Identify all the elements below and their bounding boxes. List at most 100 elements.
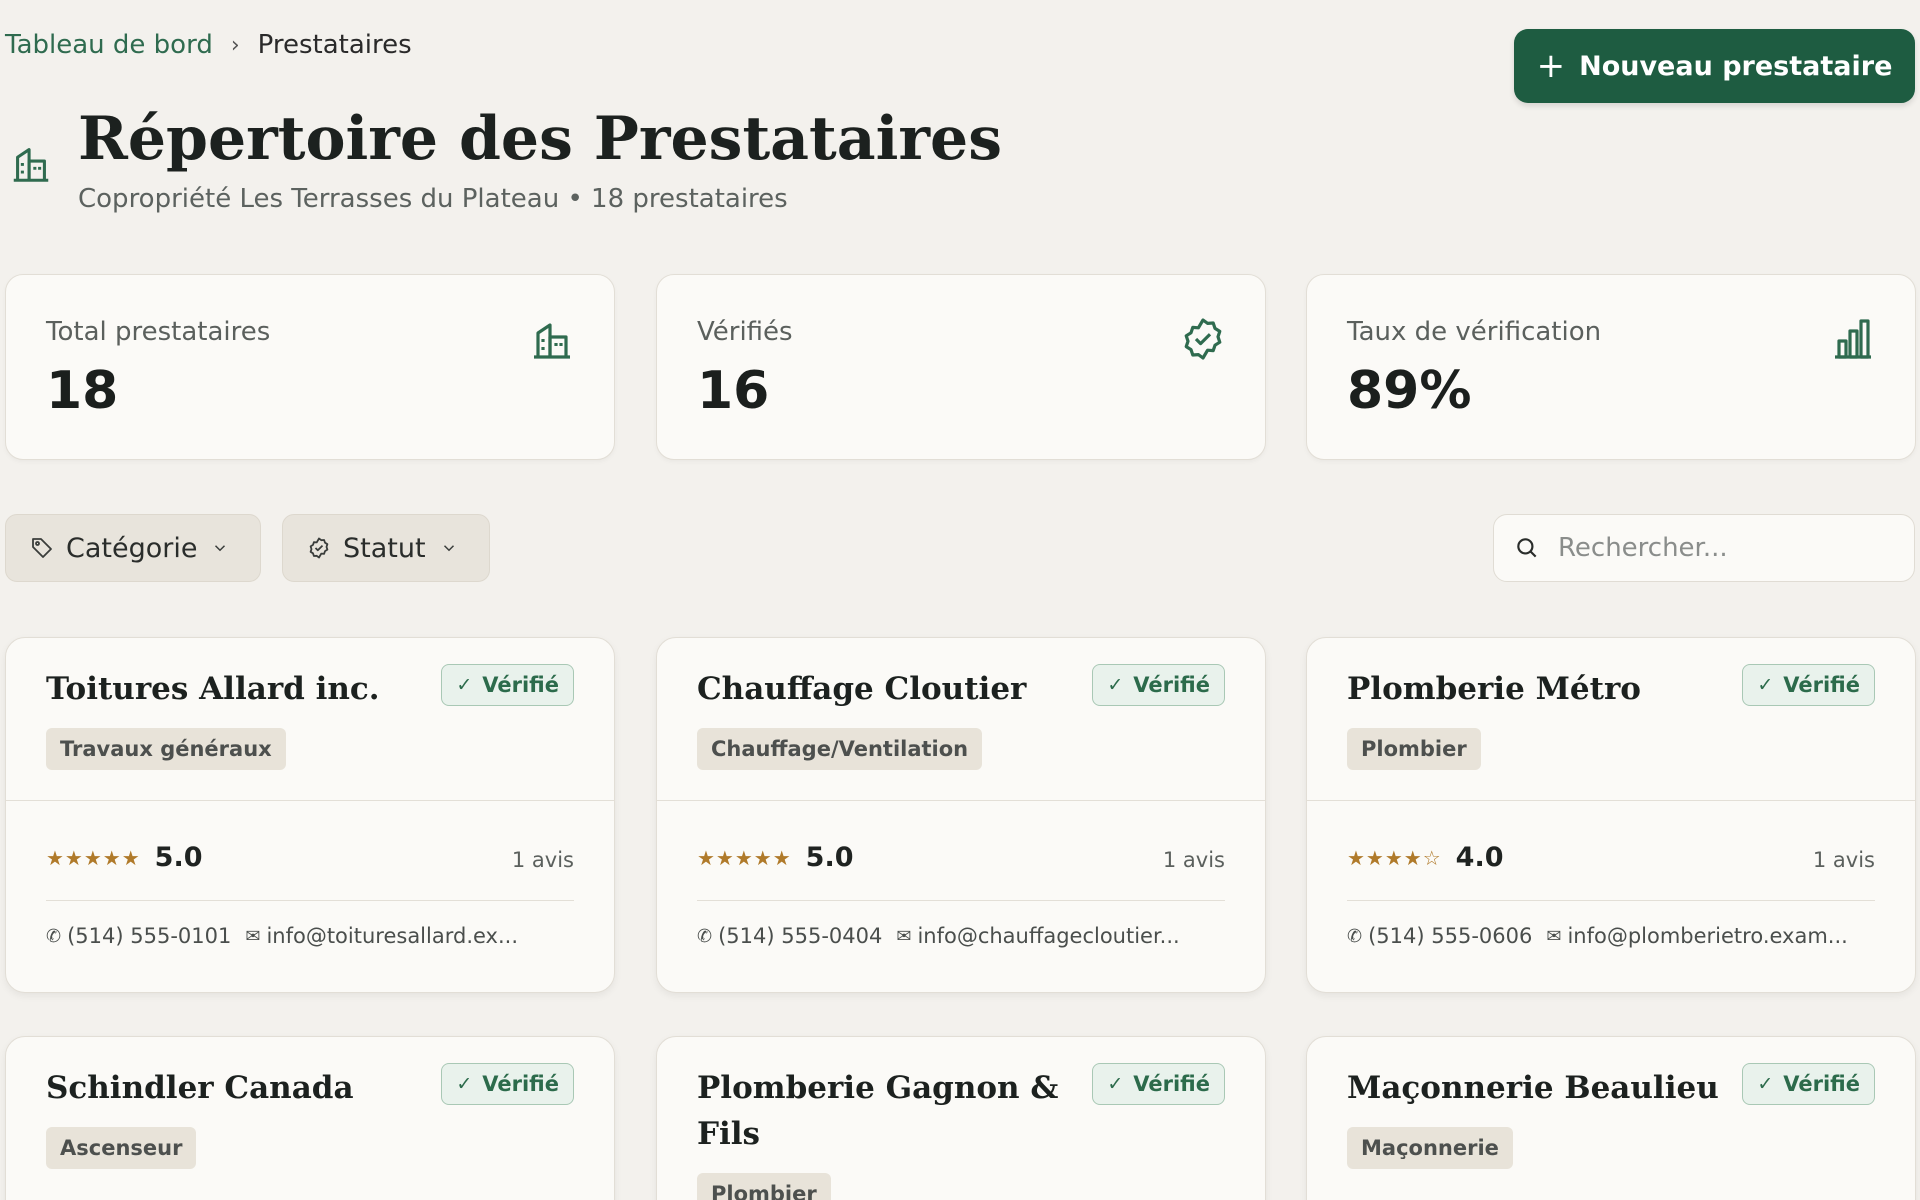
provider-name: Plomberie Métro: [1347, 671, 1641, 707]
phone-icon: ✆: [46, 925, 62, 947]
card-divider: [1347, 900, 1875, 901]
email-link[interactable]: info@toituresallard.ex...: [266, 924, 518, 948]
search-box: [1493, 514, 1915, 582]
email-link[interactable]: info@chauffagecloutier...: [917, 924, 1179, 948]
status-filter[interactable]: Statut: [282, 514, 490, 582]
category-tag: Ascenseur: [46, 1127, 197, 1169]
provider-card[interactable]: Toitures Allard inc. ✓ Vérifié Travaux gé…: [5, 637, 615, 993]
star-rating-icon: ★★★★☆: [1347, 845, 1442, 870]
chevron-down-icon: [443, 545, 454, 552]
breadcrumb-current: Prestataires: [257, 30, 412, 60]
phone-link[interactable]: (514) 555-0101: [67, 924, 231, 948]
verified-badge: ✓ Vérifié: [1742, 1063, 1875, 1105]
mail-icon: ✉: [896, 925, 912, 947]
tag-icon: [32, 538, 52, 558]
stat-card-verification-rate: Taux de vérification 89%: [1306, 274, 1916, 460]
phone-icon: ✆: [1347, 925, 1363, 947]
card-divider: [46, 900, 574, 901]
star-rating-icon: ★★★★★: [46, 845, 141, 870]
card-divider: [6, 800, 614, 801]
mail-icon: ✉: [245, 925, 261, 947]
verified-badge-icon: [309, 537, 329, 559]
provider-name: Schindler Canada: [46, 1070, 354, 1106]
breadcrumb: Tableau de bord › Prestataires: [5, 30, 412, 60]
breadcrumb-link-dashboard[interactable]: Tableau de bord: [5, 30, 213, 60]
provider-card[interactable]: Plomberie Gagnon & Fils ✓ Vérifié Plombie…: [656, 1036, 1266, 1200]
category-tag: Maçonnerie: [1347, 1127, 1513, 1169]
rating-value: 5.0: [805, 842, 854, 873]
rating: ★★★★★ 5.0: [46, 842, 203, 873]
stat-value: 18: [46, 361, 119, 421]
new-provider-label: Nouveau prestataire: [1579, 50, 1893, 82]
chevron-down-icon: [215, 545, 226, 552]
review-count: 1 avis: [511, 848, 574, 872]
stat-label: Taux de vérification: [1347, 317, 1602, 347]
provider-name: Plomberie Gagnon & Fils: [697, 1070, 1059, 1152]
chevron-right-icon: ›: [230, 32, 240, 58]
mail-icon: ✉: [1546, 925, 1562, 947]
category-filter-label: Catégorie: [66, 532, 198, 564]
provider-name: Chauffage Cloutier: [697, 671, 1027, 707]
card-divider: [657, 800, 1265, 801]
rating: ★★★★☆ 4.0: [1347, 842, 1504, 873]
check-icon: ✓: [1107, 674, 1124, 696]
verified-badge: ✓ Vérifié: [1742, 664, 1875, 706]
category-tag: Chauffage/Ventilation: [697, 728, 983, 770]
verified-badge-label: Vérifié: [482, 673, 559, 697]
rating: ★★★★★ 5.0: [697, 842, 854, 873]
plus-icon: +: [1536, 46, 1566, 86]
provider-card[interactable]: Maçonnerie Beaulieu ✓ Vérifié Maçonnerie: [1306, 1036, 1916, 1200]
building-icon: [13, 148, 49, 182]
stat-label: Vérifiés: [697, 317, 793, 347]
check-icon: ✓: [1757, 674, 1774, 696]
star-rating-icon: ★★★★★: [697, 845, 792, 870]
contact-info: ✆ (514) 555-0101 ✉ info@toituresallard.e…: [46, 924, 584, 948]
stat-card-verified: Vérifiés 16: [656, 274, 1266, 460]
check-icon: ✓: [456, 674, 473, 696]
category-tag: Plombier: [697, 1173, 831, 1200]
category-filter[interactable]: Catégorie: [5, 514, 261, 582]
status-filter-label: Statut: [343, 532, 426, 564]
stat-value: 16: [697, 361, 770, 421]
review-count: 1 avis: [1162, 848, 1225, 872]
verified-badge: ✓ Vérifié: [441, 1063, 574, 1105]
verified-badge-label: Vérifié: [1783, 1072, 1860, 1096]
verified-badge: ✓ Vérifié: [441, 664, 574, 706]
stat-value: 89%: [1347, 361, 1472, 421]
verified-badge: ✓ Vérifié: [1092, 664, 1225, 706]
verified-badge-label: Vérifié: [482, 1072, 559, 1096]
rating-value: 5.0: [154, 842, 203, 873]
email-link[interactable]: info@plomberietro.exam...: [1567, 924, 1847, 948]
card-divider: [1307, 800, 1915, 801]
category-tag: Plombier: [1347, 728, 1481, 770]
stat-label: Total prestataires: [46, 317, 271, 347]
search-icon: [1517, 538, 1537, 558]
phone-icon: ✆: [697, 925, 713, 947]
provider-card[interactable]: Schindler Canada ✓ Vérifié Ascenseur: [5, 1036, 615, 1200]
check-icon: ✓: [1757, 1073, 1774, 1095]
new-provider-button[interactable]: + Nouveau prestataire: [1514, 29, 1915, 103]
check-icon: ✓: [1107, 1073, 1124, 1095]
phone-link[interactable]: (514) 555-0404: [718, 924, 882, 948]
phone-link[interactable]: (514) 555-0606: [1368, 924, 1532, 948]
verified-badge-label: Vérifié: [1783, 673, 1860, 697]
provider-name: Maçonnerie Beaulieu: [1347, 1070, 1719, 1106]
review-count: 1 avis: [1812, 848, 1875, 872]
contact-info: ✆ (514) 555-0404 ✉ info@chauffagecloutie…: [697, 924, 1235, 948]
card-divider: [697, 900, 1225, 901]
provider-card[interactable]: Chauffage Cloutier ✓ Vérifié Chauffage/Ve…: [656, 637, 1266, 993]
search-input[interactable]: [1558, 533, 1888, 563]
bar-chart-icon: [1835, 319, 1871, 359]
verified-badge-label: Vérifié: [1133, 673, 1210, 697]
stat-card-total: Total prestataires 18: [5, 274, 615, 460]
contact-info: ✆ (514) 555-0606 ✉ info@plomberietro.exa…: [1347, 924, 1885, 948]
category-tag: Travaux généraux: [46, 728, 286, 770]
verified-badge-label: Vérifié: [1133, 1072, 1210, 1096]
verified-badge-icon: [1184, 318, 1222, 360]
rating-value: 4.0: [1455, 842, 1504, 873]
provider-card[interactable]: Plomberie Métro ✓ Vérifié Plombier ★★★★☆ …: [1306, 637, 1916, 993]
building-icon: [534, 323, 570, 359]
check-icon: ✓: [456, 1073, 473, 1095]
verified-badge: ✓ Vérifié: [1092, 1063, 1225, 1105]
provider-name: Toitures Allard inc.: [46, 671, 380, 707]
